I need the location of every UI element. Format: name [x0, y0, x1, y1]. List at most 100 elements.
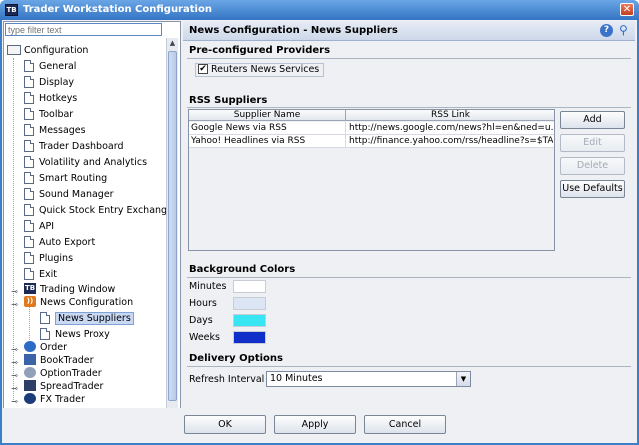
document-icon — [24, 235, 34, 248]
expand-toggle-icon[interactable]: ⊸ — [10, 287, 19, 296]
cancel-button[interactable]: Cancel — [364, 415, 446, 434]
scroll-thumb[interactable] — [168, 51, 177, 401]
color-row-minutes: Minutes — [189, 280, 266, 294]
tree-node-api[interactable]: API — [24, 219, 54, 235]
color-row-hours: Hours — [189, 297, 266, 311]
tws-logo-icon: TB — [5, 4, 18, 16]
expand-toggle-icon[interactable]: ⊸ — [10, 371, 19, 380]
color-swatch-days[interactable] — [233, 314, 266, 327]
column-header-supplier-name[interactable]: Supplier Name — [189, 110, 346, 121]
color-swatch-hours[interactable] — [233, 297, 266, 310]
pin-icon[interactable]: ⚲ — [619, 23, 629, 37]
tree-node-messages[interactable]: Messages — [24, 123, 86, 139]
title-bar: TB Trader Workstation Configuration ✕ — [0, 0, 639, 20]
order-icon — [24, 341, 36, 352]
close-window-button[interactable]: ✕ — [620, 3, 634, 16]
section-title-delivery: Delivery Options — [189, 353, 283, 364]
cell-rss-link: http://finance.yahoo.com/rss/headline?s=… — [349, 136, 553, 146]
window-client: Configuration General Display Hotkeys To… — [2, 20, 637, 443]
tree-node-volatility-analytics[interactable]: Volatility and Analytics — [24, 155, 147, 171]
divider — [187, 366, 631, 367]
color-row-weeks: Weeks — [189, 331, 266, 345]
config-window: TB Trader Workstation Configuration ✕ Co… — [0, 0, 639, 445]
document-icon — [24, 171, 34, 184]
tree-node-sound-manager[interactable]: Sound Manager — [24, 187, 114, 203]
config-tree-panel: Configuration General Display Hotkeys To… — [3, 21, 181, 435]
tree-node-toolbar[interactable]: Toolbar — [24, 107, 73, 123]
divider — [187, 277, 631, 278]
ok-button[interactable]: OK — [184, 415, 266, 434]
panel-header: News Configuration - News Suppliers ? ⚲ — [183, 21, 635, 41]
use-defaults-button[interactable]: Use Defaults — [560, 180, 625, 198]
tree-node-configuration[interactable]: Configuration — [7, 43, 88, 59]
expand-toggle-icon[interactable]: ⊸ — [10, 345, 19, 354]
checkbox-check-icon: ✔ — [198, 63, 208, 74]
chevron-down-icon[interactable]: ▼ — [456, 372, 470, 386]
panel-title: News Configuration - News Suppliers — [189, 25, 398, 36]
document-icon — [24, 107, 34, 120]
config-tree: Configuration General Display Hotkeys To… — [4, 38, 166, 418]
dialog-footer: OK Apply Cancel — [2, 408, 637, 443]
expand-toggle-icon[interactable]: ⊸ — [10, 397, 19, 406]
tree-node-news-suppliers[interactable]: News Suppliers — [40, 311, 134, 327]
spreadtrader-icon — [24, 380, 36, 391]
document-icon — [40, 311, 50, 324]
document-icon — [24, 219, 34, 232]
section-title-background-colors: Background Colors — [189, 264, 296, 275]
add-button[interactable]: Add — [560, 111, 625, 129]
tree-node-smart-routing[interactable]: Smart Routing — [24, 171, 107, 187]
color-row-days: Days — [189, 314, 266, 328]
rss-suppliers-table[interactable]: Supplier Name RSS Link Google News via R… — [188, 109, 555, 251]
tree-node-general[interactable]: General — [24, 59, 76, 75]
expand-toggle-icon[interactable]: ⊸ — [10, 384, 19, 393]
tree-node-display[interactable]: Display — [24, 75, 74, 91]
help-icon[interactable]: ? — [600, 24, 613, 37]
reuters-checkbox[interactable]: ✔ Reuters News Services — [195, 63, 325, 77]
booktrader-icon — [24, 354, 36, 365]
refresh-interval-select[interactable]: 10 Minutes ▼ — [266, 371, 471, 387]
color-swatch-weeks[interactable] — [233, 331, 266, 344]
tree-node-hotkeys[interactable]: Hotkeys — [24, 91, 77, 107]
cell-rss-link: http://news.google.com/news?hl=en&ned=u.… — [349, 123, 553, 133]
rss-feed-icon: )) — [24, 296, 36, 307]
tree-vertical-scrollbar[interactable]: ▲ ▼ — [166, 38, 178, 418]
cell-supplier-name: Google News via RSS — [189, 122, 346, 134]
color-swatch-minutes[interactable] — [233, 280, 266, 293]
delete-button[interactable]: Delete — [560, 157, 625, 175]
apply-button[interactable]: Apply — [274, 415, 356, 434]
document-icon — [24, 187, 34, 200]
tree-node-trader-dashboard[interactable]: Trader Dashboard — [24, 139, 123, 155]
tree-node-quick-stock-entry[interactable]: Quick Stock Entry Exchanges — [24, 203, 166, 219]
folder-icon — [7, 44, 21, 55]
fx-trader-icon — [24, 393, 36, 404]
divider — [187, 58, 631, 59]
document-icon — [24, 251, 34, 264]
table-header: Supplier Name RSS Link — [189, 110, 554, 121]
scroll-up-icon[interactable]: ▲ — [168, 38, 177, 49]
column-header-rss-link[interactable]: RSS Link — [347, 110, 554, 121]
document-icon — [24, 91, 34, 104]
tree-node-exit[interactable]: Exit — [24, 267, 57, 283]
settings-panel: News Configuration - News Suppliers ? ⚲ … — [183, 21, 635, 406]
tree-filter-input[interactable] — [5, 23, 162, 36]
refresh-interval-label: Refresh Interval — [189, 374, 265, 385]
table-row[interactable]: Google News via RSS http://news.google.c… — [189, 122, 554, 135]
tree-node-auto-export[interactable]: Auto Export — [24, 235, 95, 251]
section-title-rss: RSS Suppliers — [189, 95, 268, 106]
section-title-providers: Pre-configured Providers — [189, 45, 331, 56]
document-icon — [24, 75, 34, 88]
expand-toggle-icon[interactable]: ⊸ — [10, 358, 19, 367]
collapse-toggle-icon[interactable]: ⊸ — [10, 300, 19, 309]
trading-window-icon: TB — [24, 283, 36, 294]
edit-button[interactable]: Edit — [560, 134, 625, 152]
tree-node-plugins[interactable]: Plugins — [24, 251, 73, 267]
tree-node-news-configuration[interactable]: )) News Configuration — [24, 295, 133, 311]
document-icon — [24, 59, 34, 72]
table-row[interactable]: Yahoo! Headlines via RSS http://finance.… — [189, 135, 554, 148]
document-icon — [40, 327, 50, 340]
window-title: Trader Workstation Configuration — [23, 4, 212, 15]
tree-node-fx-trader[interactable]: FX Trader — [24, 392, 85, 408]
cell-supplier-name: Yahoo! Headlines via RSS — [189, 135, 346, 147]
document-icon — [24, 123, 34, 136]
optiontrader-icon — [24, 367, 36, 378]
